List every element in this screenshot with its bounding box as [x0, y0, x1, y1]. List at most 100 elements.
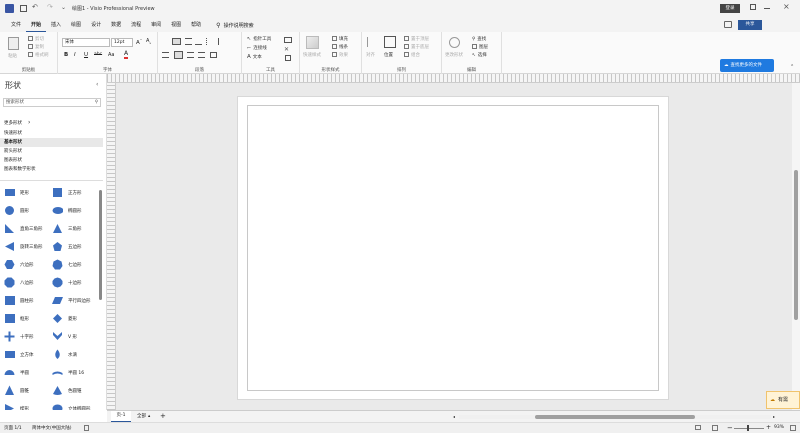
fill-button[interactable]: 填充	[332, 36, 348, 42]
save-icon[interactable]	[20, 5, 27, 12]
change-shape-icon[interactable]	[449, 37, 460, 48]
paste-icon[interactable]	[8, 37, 19, 50]
share-button[interactable]: 共享	[738, 20, 762, 30]
effects-button[interactable]: 效果	[332, 52, 348, 58]
shape-item[interactable]: 平行四边形	[52, 292, 91, 309]
text-tool-button[interactable]: A 文本	[247, 54, 262, 60]
shape-item[interactable]: 八边形	[4, 274, 34, 291]
tab-file[interactable]: 文件	[6, 18, 26, 32]
find-button[interactable]: ⚲ 查找	[472, 36, 486, 42]
shape-item[interactable]: 半圆	[4, 364, 29, 381]
language-indicator[interactable]: 简体中文(中国大陆)	[32, 425, 72, 431]
zoom-level[interactable]: 93%	[774, 425, 784, 430]
paste-button[interactable]: 粘贴	[8, 53, 17, 59]
shape-item[interactable]: 立方体	[4, 346, 34, 363]
hscroll-left-icon[interactable]: ◂	[453, 414, 455, 419]
tell-me-search[interactable]: ⚲ 操作说明搜索	[216, 22, 253, 29]
accessibility-icon[interactable]	[84, 425, 89, 431]
presentation-icon[interactable]	[695, 425, 701, 430]
fit-page-icon[interactable]	[712, 425, 718, 431]
connection-point-icon[interactable]: ✕	[284, 46, 289, 53]
tab-review[interactable]: 审阅	[146, 18, 166, 32]
drawing-page[interactable]	[237, 96, 669, 400]
align-center-icon[interactable]	[174, 51, 183, 59]
align-left-icon[interactable]	[162, 52, 169, 58]
shape-item[interactable]: 直角三角形	[4, 220, 43, 237]
bullets-icon[interactable]	[206, 38, 213, 45]
grow-font-icon[interactable]: A^	[136, 38, 142, 46]
hscroll-right-icon[interactable]: ▸	[773, 414, 775, 419]
page-tab[interactable]: 页-1	[111, 411, 131, 422]
shape-item[interactable]: 半圆 16	[52, 364, 84, 381]
shape-item[interactable]: 色圆锥	[52, 382, 82, 399]
shape-item[interactable]: 三角形	[52, 220, 82, 237]
justify-icon[interactable]	[198, 52, 205, 58]
font-color-icon[interactable]: A	[124, 51, 129, 59]
align-middle-icon[interactable]	[185, 38, 192, 45]
restore-ribbon-icon[interactable]	[750, 4, 756, 10]
tab-view[interactable]: 视图	[166, 18, 186, 32]
tab-insert[interactable]: 插入	[46, 18, 66, 32]
align-button[interactable]: 对齐	[366, 52, 375, 58]
connector-button[interactable]: ⌐ 连接线	[247, 45, 267, 51]
stencil-item-basic[interactable]: 基本形状	[0, 138, 103, 147]
shape-item[interactable]: 椭圆形	[52, 202, 82, 219]
change-shape-button[interactable]: 更改形状	[445, 52, 463, 58]
shape-item[interactable]: 五边形	[52, 238, 82, 255]
zoom-in-button[interactable]: +	[766, 423, 771, 433]
shape-item[interactable]: 圆形	[4, 202, 29, 219]
zoom-slider[interactable]	[734, 428, 764, 429]
align-icon[interactable]	[367, 37, 376, 47]
font-family-select[interactable]: 宋体	[62, 38, 110, 47]
find-files-button[interactable]: ☁ 查找更多的文件	[720, 59, 774, 72]
notification-toast[interactable]: ☁ 有需	[766, 391, 800, 409]
position-button[interactable]: 位置	[384, 52, 393, 58]
group-button[interactable]: 组合	[404, 52, 420, 58]
indent-icon[interactable]	[218, 38, 225, 45]
tab-design[interactable]: 设计	[86, 18, 106, 32]
shape-item[interactable]: 立体椭圆形	[52, 400, 91, 410]
shape-item[interactable]: 十字形	[4, 328, 34, 345]
zoom-slider-thumb[interactable]	[747, 425, 749, 431]
underline-button[interactable]: U	[84, 52, 88, 58]
quick-styles-button[interactable]: 快速样式	[303, 52, 321, 58]
position-icon[interactable]	[384, 36, 396, 48]
cut-button[interactable]: 剪切	[28, 36, 44, 42]
fit-window-icon[interactable]	[790, 425, 796, 431]
all-pages-button[interactable]: 全部 ▴	[137, 411, 150, 422]
login-button[interactable]: 登录	[720, 4, 740, 13]
rectangle-tool-icon[interactable]	[284, 37, 292, 43]
copy-button[interactable]: 复制	[28, 44, 44, 50]
page-indicator[interactable]: 页面 1/1	[4, 425, 22, 431]
italic-button[interactable]: I	[74, 52, 76, 58]
shape-item[interactable]: 菱形	[52, 310, 77, 327]
align-right-icon[interactable]	[187, 52, 194, 58]
shape-item[interactable]: 旋转三角形	[4, 238, 43, 255]
strikethrough-button[interactable]: abc	[94, 52, 102, 57]
line-button[interactable]: 线条	[332, 44, 348, 50]
close-icon[interactable]: ×	[783, 2, 790, 11]
pointer-tool-button[interactable]: ↖ 指针工具	[247, 36, 271, 42]
text-direction-icon[interactable]	[210, 52, 217, 58]
minimize-icon[interactable]	[764, 8, 770, 9]
font-size-select[interactable]: 12pt	[111, 38, 133, 47]
shapes-search-input[interactable]: 搜索形状 ⚲	[3, 98, 101, 107]
add-page-button[interactable]: +	[160, 411, 166, 422]
stencil-item-arrow[interactable]: 箭头形状	[0, 147, 103, 156]
tab-process[interactable]: 流程	[126, 18, 146, 32]
shapes-scrollbar[interactable]	[99, 190, 102, 300]
stencil-item-chart[interactable]: 图表形状	[0, 156, 103, 165]
send-back-button[interactable]: 置于底层	[404, 44, 429, 50]
shape-item[interactable]: 六边形	[4, 256, 34, 273]
tab-draw[interactable]: 绘图	[66, 18, 86, 32]
shape-item[interactable]: 框形	[4, 310, 29, 327]
redo-icon[interactable]: ↷	[47, 3, 53, 11]
shape-item[interactable]: 矩形	[4, 184, 29, 201]
format-painter-button[interactable]: 格式刷	[28, 52, 49, 58]
bring-front-button[interactable]: 置于顶层	[404, 36, 429, 42]
layers-button[interactable]: 图层	[472, 44, 488, 50]
stencil-item-math[interactable]: 图表和数学形状	[0, 165, 103, 174]
shape-item[interactable]: 楔形	[4, 400, 29, 410]
shape-item[interactable]: 正方形	[52, 184, 82, 201]
tab-help[interactable]: 帮助	[186, 18, 206, 32]
